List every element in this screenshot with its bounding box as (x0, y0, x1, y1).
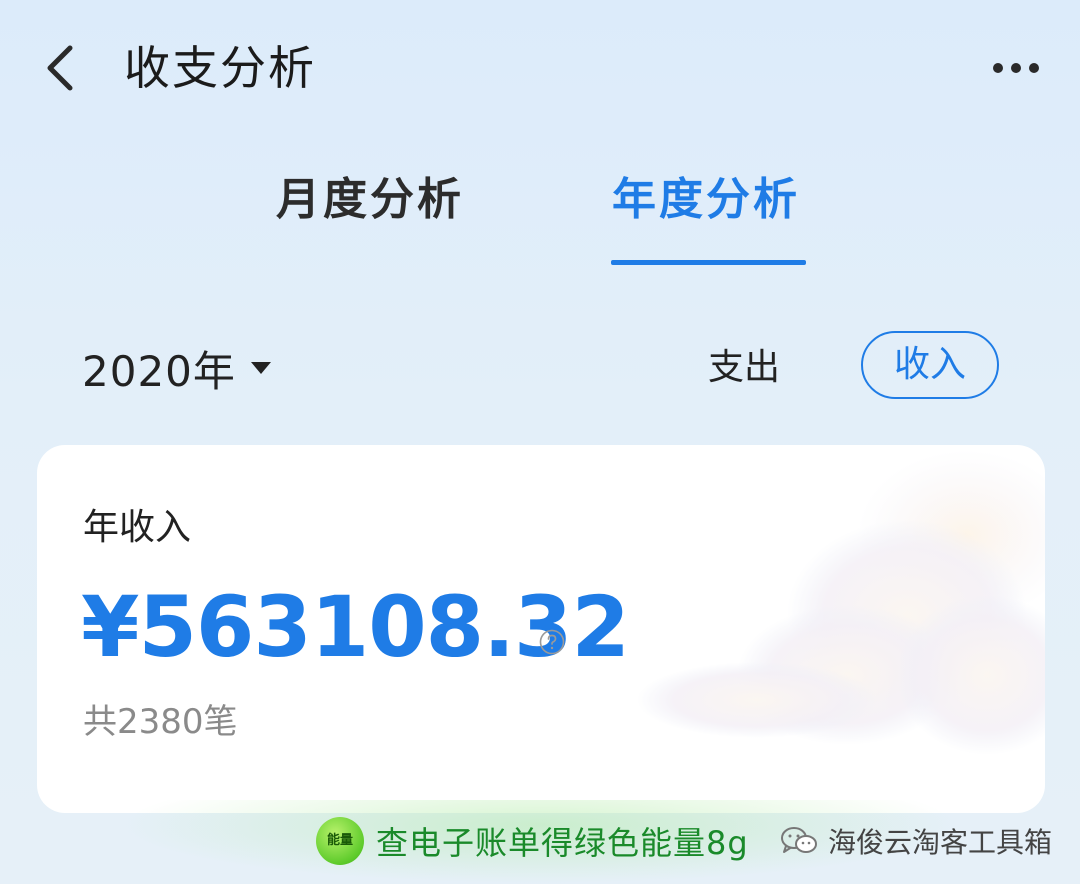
question-circle-icon[interactable] (539, 629, 565, 655)
green-energy-promo[interactable]: 能量 查电子账单得绿色能量8g (316, 816, 749, 866)
year-label: 2020年 (82, 346, 236, 396)
back-button[interactable] (36, 38, 88, 98)
tab-yearly-analysis[interactable]: 年度分析 (612, 170, 800, 230)
analysis-tabs: 月度分析 年度分析 (0, 160, 1080, 270)
cloud-decoration (607, 445, 1045, 813)
promo-text: 查电子账单得绿色能量8g (376, 824, 749, 862)
watermark-text: 海俊云淘客工具箱 (828, 826, 1053, 859)
chevron-left-icon (47, 45, 73, 91)
year-dropdown[interactable]: 2020年 (82, 340, 272, 396)
energy-badge-icon: 能量 (316, 817, 364, 865)
annual-income-label: 年收入 (83, 507, 192, 548)
income-toggle-button[interactable]: 收入 (861, 331, 999, 399)
expense-toggle-button[interactable]: 支出 (708, 340, 780, 396)
more-button[interactable] (984, 44, 1048, 92)
active-tab-indicator (611, 260, 806, 265)
transaction-count: 共2380笔 (83, 702, 238, 742)
wechat-icon (780, 825, 818, 857)
annual-income-amount: ¥563108.32 (81, 578, 630, 676)
caret-down-icon (250, 362, 271, 374)
annual-income-card: 年收入 ¥563108.32 共2380笔 (37, 445, 1045, 813)
more-horizontal-icon (993, 63, 1039, 73)
tab-monthly-analysis[interactable]: 月度分析 (276, 170, 464, 230)
page-title: 收支分析 (124, 41, 316, 95)
watermark: 海俊云淘客工具箱 (780, 816, 1052, 866)
app-header: 收支分析 (0, 0, 1080, 134)
